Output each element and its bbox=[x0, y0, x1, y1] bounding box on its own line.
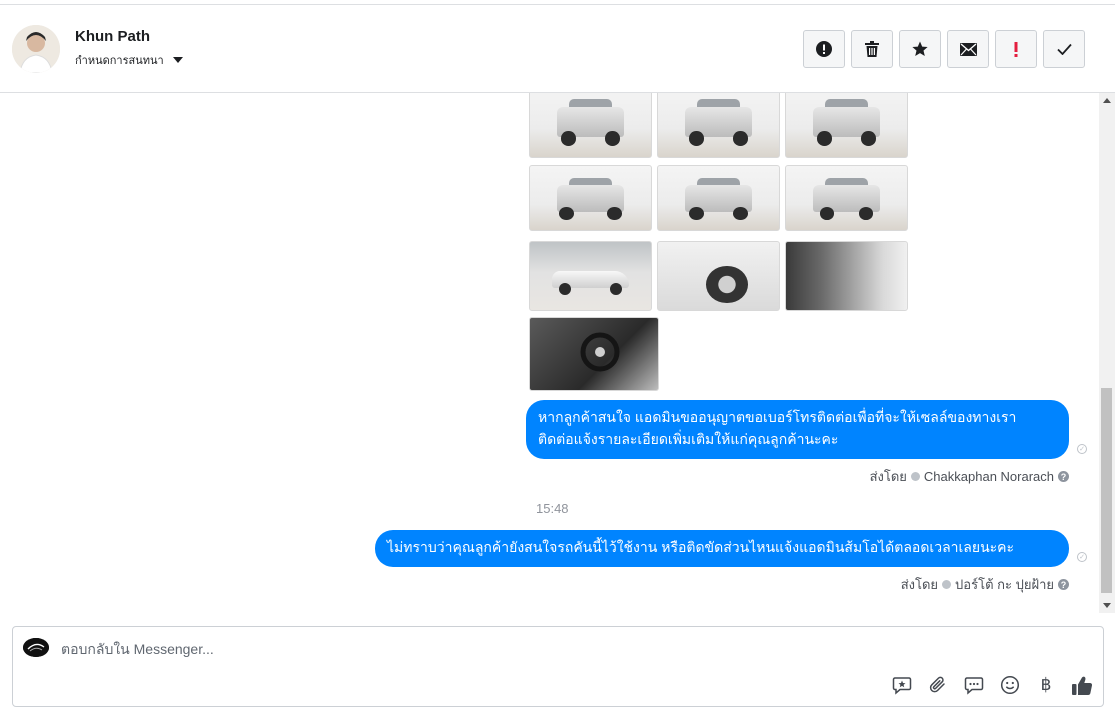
messenger-inbox: Khun Path กำหนดการสนทนา หากลูกค้าสนใจ แอ… bbox=[0, 0, 1115, 709]
reply-input[interactable] bbox=[61, 639, 961, 659]
like-icon bbox=[1072, 676, 1093, 695]
message-thread: หากลูกค้าสนใจ แอดมินขออนุญาตขอเบอร์โทรติ… bbox=[0, 93, 1098, 613]
truck-photo[interactable] bbox=[657, 241, 780, 311]
saved-reply-icon bbox=[892, 677, 912, 695]
exclamation-icon bbox=[1014, 41, 1018, 57]
message-bubble[interactable]: หากลูกค้าสนใจ แอดมินขออนุญาตขอเบอร์โทรติ… bbox=[526, 400, 1069, 459]
sent-by-info: ส่งโดย ปอร์โต้ กะ ปุยฝ้าย ? bbox=[901, 574, 1069, 595]
seen-indicator-icon: ✓ bbox=[1077, 444, 1087, 454]
saved-reply-button[interactable] bbox=[891, 674, 913, 696]
message-timestamp: 15:48 bbox=[536, 501, 569, 516]
emoji-icon bbox=[1000, 675, 1020, 695]
mark-spam-button[interactable] bbox=[803, 30, 845, 68]
help-icon[interactable]: ? bbox=[1058, 471, 1069, 482]
truck-photo[interactable] bbox=[529, 93, 652, 158]
message-line: หากลูกค้าสนใจ แอดมินขออนุญาตขอเบอร์โทรติ… bbox=[538, 409, 1017, 425]
scroll-down-icon[interactable] bbox=[1103, 603, 1111, 608]
sent-by-info: ส่งโดย Chakkaphan Norarach ? bbox=[870, 466, 1069, 487]
composer-tools: ฿ bbox=[891, 674, 1093, 696]
scroll-thumb[interactable] bbox=[1101, 388, 1112, 593]
help-icon[interactable]: ? bbox=[1058, 579, 1069, 590]
message-line: ติดต่อแจ้งรายละเอียดเพิ่มเติมให้แก่คุณลู… bbox=[538, 431, 839, 447]
baht-icon: ฿ bbox=[1040, 675, 1052, 694]
star-button[interactable] bbox=[899, 30, 941, 68]
contact-avatar[interactable] bbox=[12, 25, 60, 73]
reply-composer: ฿ bbox=[12, 626, 1104, 707]
truck-photo[interactable] bbox=[657, 165, 780, 231]
truck-photo[interactable] bbox=[785, 241, 908, 311]
payment-button[interactable]: ฿ bbox=[1035, 674, 1057, 696]
follow-up-button[interactable] bbox=[995, 30, 1037, 68]
chat-icon bbox=[964, 677, 984, 695]
conversation-status-label: กำหนดการสนทนา bbox=[75, 55, 164, 67]
check-circle-icon bbox=[910, 472, 920, 481]
conversation-status-dropdown[interactable]: กำหนดการสนทนา bbox=[75, 51, 183, 69]
truck-photo[interactable] bbox=[785, 93, 908, 158]
truck-photo[interactable] bbox=[529, 165, 652, 231]
check-circle-icon bbox=[942, 580, 952, 589]
mark-done-button[interactable] bbox=[1043, 30, 1085, 68]
sender-name: Chakkaphan Norarach bbox=[923, 469, 1054, 484]
truck-photo[interactable] bbox=[657, 93, 780, 158]
alert-circle-icon bbox=[816, 41, 832, 57]
truck-photo[interactable] bbox=[529, 317, 659, 391]
message-bubble[interactable]: ไม่ทราบว่าคุณลูกค้ายังสนใจรถคันนี้ไว้ใช้… bbox=[375, 530, 1069, 567]
thread-scrollbar[interactable] bbox=[1099, 93, 1115, 613]
page-avatar bbox=[23, 638, 49, 657]
seen-indicator-icon: ✓ bbox=[1077, 552, 1087, 562]
attach-button[interactable] bbox=[927, 674, 949, 696]
sent-by-label: ส่งโดย bbox=[900, 577, 939, 592]
mark-unread-button[interactable] bbox=[947, 30, 989, 68]
like-button[interactable] bbox=[1071, 674, 1093, 696]
caret-down-icon bbox=[172, 57, 183, 63]
trash-icon bbox=[865, 41, 879, 57]
emoji-button[interactable] bbox=[999, 674, 1021, 696]
sent-by-label: ส่งโดย bbox=[869, 469, 907, 484]
conversation-header: Khun Path กำหนดการสนทนา bbox=[0, 4, 1115, 93]
truck-photo[interactable] bbox=[785, 165, 908, 231]
truck-photo[interactable] bbox=[529, 241, 652, 311]
scroll-up-icon[interactable] bbox=[1103, 98, 1111, 103]
delete-button[interactable] bbox=[851, 30, 893, 68]
quick-reply-button[interactable] bbox=[963, 674, 985, 696]
contact-name[interactable]: Khun Path bbox=[75, 28, 150, 45]
attach-icon bbox=[929, 676, 945, 693]
sender-name: ปอร์โต้ กะ ปุยฝ้าย bbox=[955, 577, 1054, 592]
steering-wheel-icon bbox=[580, 332, 620, 372]
star-icon bbox=[912, 41, 928, 56]
header-actions bbox=[803, 30, 1085, 68]
check-icon bbox=[1056, 43, 1072, 55]
envelope-icon bbox=[959, 42, 977, 56]
